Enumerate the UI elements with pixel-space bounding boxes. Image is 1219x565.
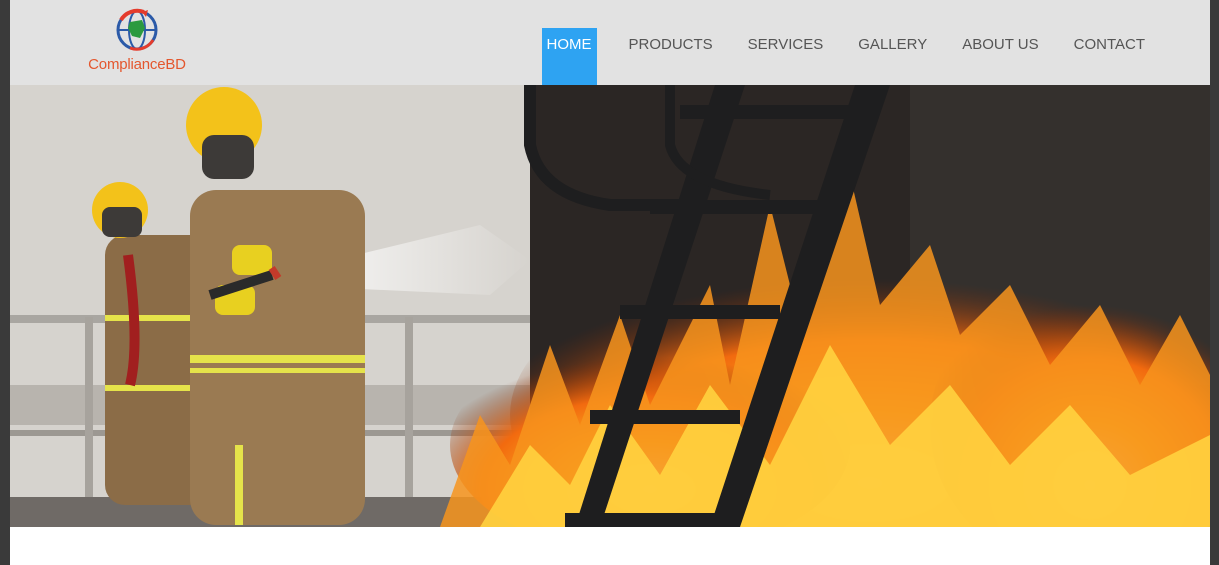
nav-products[interactable]: PRODUCTS: [612, 28, 730, 85]
globe-icon: [116, 8, 158, 51]
main-nav: HOME PRODUCTS SERVICES GALLERY ABOUT US …: [541, 28, 1163, 85]
nav-about-us[interactable]: ABOUT US: [945, 28, 1055, 85]
page-frame: ComplianceBD HOME PRODUCTS SERVICES GALL…: [10, 0, 1210, 565]
nav-contact[interactable]: CONTACT: [1057, 28, 1162, 85]
brand-name: ComplianceBD: [88, 56, 186, 73]
nav-gallery[interactable]: GALLERY: [841, 28, 944, 85]
hero-image: [10, 85, 1210, 527]
nav-home[interactable]: HOME: [541, 28, 597, 85]
nav-services[interactable]: SERVICES: [731, 28, 841, 85]
site-header: ComplianceBD HOME PRODUCTS SERVICES GALL…: [10, 0, 1210, 85]
site-logo[interactable]: ComplianceBD: [82, 8, 192, 76]
hero-banner: [10, 85, 1210, 527]
